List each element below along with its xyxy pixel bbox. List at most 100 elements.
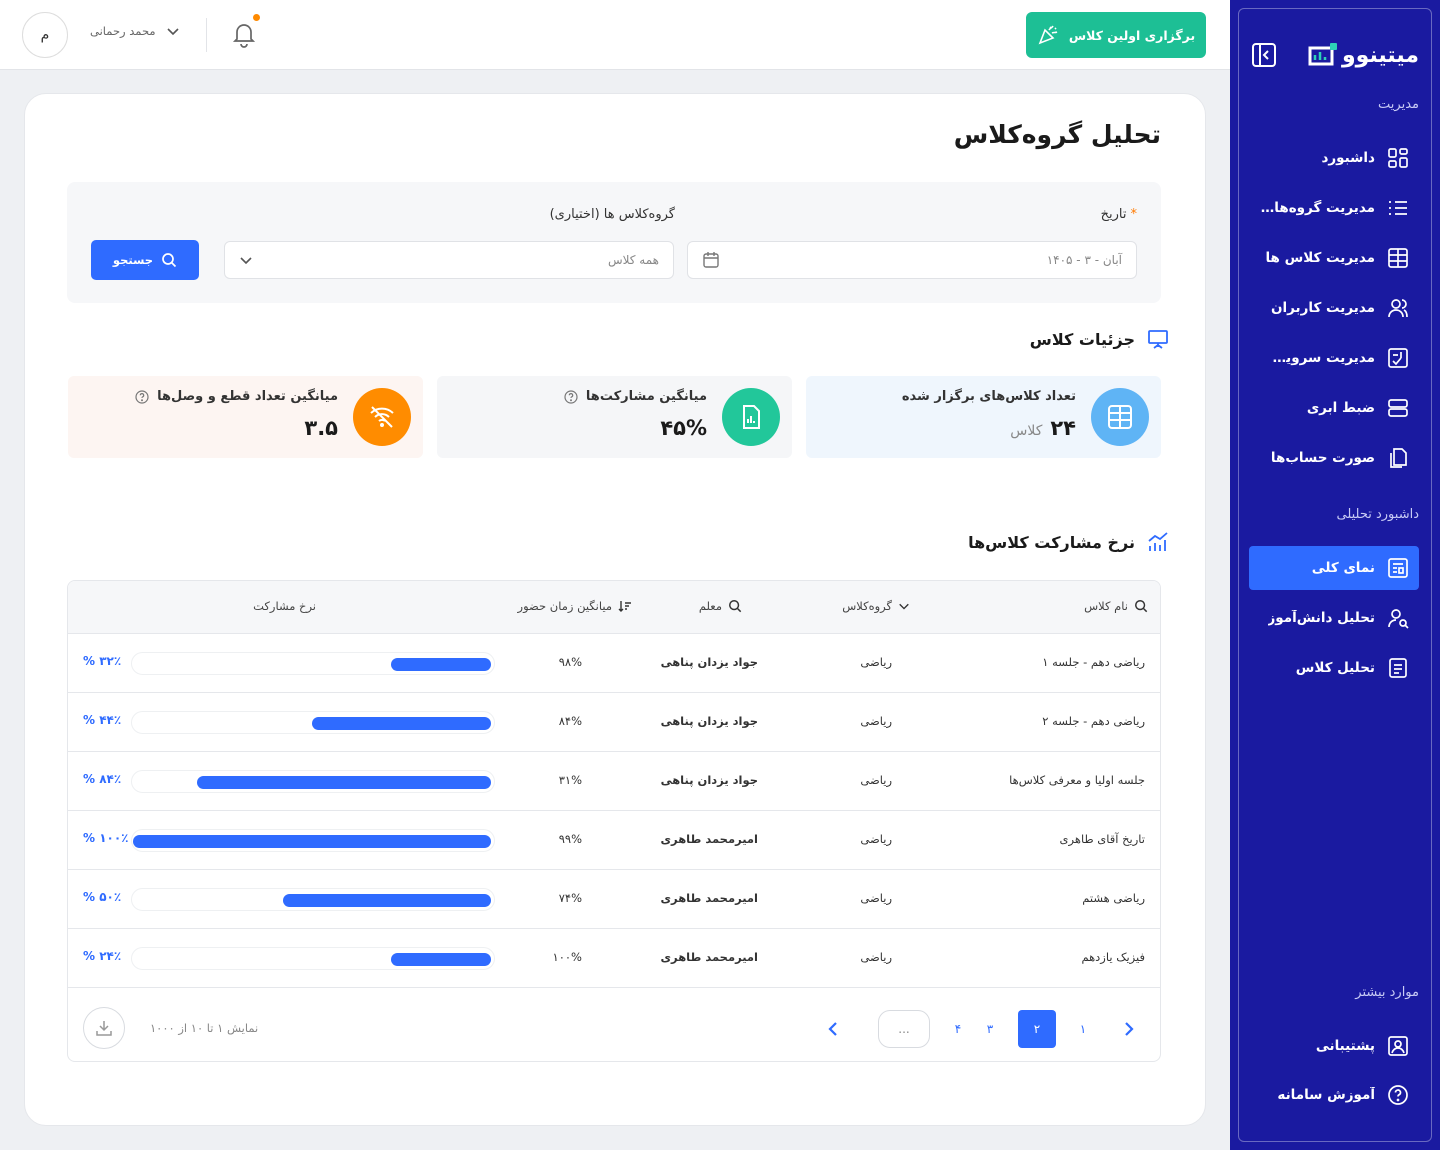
participation-bar-track: [131, 711, 495, 734]
cell-group: ریاضی: [860, 655, 892, 669]
first-class-button[interactable]: برگزاری اولین کلاس: [1026, 12, 1206, 58]
participation-bar-track: [131, 947, 495, 970]
cell-group: ریاضی: [860, 714, 892, 728]
table-header: نام کلاس گروه‌کلاس معلم میانگین زمان حضو…: [68, 581, 1160, 634]
sidebar-item-dashboard[interactable]: داشبورد: [1249, 136, 1419, 180]
cell-group: ریاضی: [860, 891, 892, 905]
brand-bar: میتینوو: [1251, 35, 1419, 75]
sort-icon: [618, 601, 631, 612]
column-header-name[interactable]: نام کلاس: [1084, 599, 1148, 613]
stat-card-participation: میانگین مشارکت‌ها ۴۵%: [437, 376, 792, 458]
page-button[interactable]: ۴: [939, 1010, 977, 1048]
search-button[interactable]: جستجو: [91, 240, 199, 280]
services-icon: [1388, 348, 1408, 368]
stat-value: ۴۵%: [660, 416, 707, 440]
help-icon[interactable]: [564, 389, 578, 404]
cell-avg-time: ۸۴%: [558, 714, 582, 728]
sidebar-item-cloud-recording[interactable]: ضبط ابری: [1249, 386, 1419, 430]
column-header-teacher[interactable]: معلم: [699, 599, 742, 613]
sidebar-item-label: مدیریت کلاس ها: [1265, 250, 1375, 266]
help-icon[interactable]: [135, 389, 149, 404]
participation-bar-fill: [312, 717, 491, 730]
filter-panel: *تاریخ گروه‌کلاس ها (اختیاری) آبان - ۳ -…: [67, 182, 1161, 303]
sidebar-item-invoices[interactable]: صورت حساب‌ها: [1249, 436, 1419, 480]
stat-value: ۲۴ کلاس: [1010, 416, 1076, 440]
stat-unit: کلاس: [1010, 423, 1043, 439]
search-label: جستجو: [112, 253, 154, 267]
sidebar: میتینوو مدیریت داشبورد مدیریت گروه‌های ک…: [1230, 0, 1440, 1150]
stat-icon-wrap: [353, 388, 411, 446]
sidebar-item-users[interactable]: مدیریت کاربران: [1249, 286, 1419, 330]
cell-rate: ۸۴٪ %: [83, 772, 122, 786]
page-ellipsis[interactable]: ...: [878, 1010, 930, 1048]
sidebar-item-class-analysis[interactable]: تحلیل کلاس: [1249, 646, 1419, 690]
stat-label: میانگین مشارکت‌ها: [564, 389, 707, 404]
sidebar-item-tutorial[interactable]: آموزش سامانه: [1249, 1073, 1419, 1117]
users-icon: [1388, 299, 1408, 318]
page-button[interactable]: ۱: [1064, 1010, 1102, 1048]
stat-card-disconnects: میانگین تعداد قطع و وصل‌ها ۳.۵: [68, 376, 423, 458]
participation-rate-title: نرخ مشارکت کلاس‌ها: [968, 532, 1135, 552]
main-card: تحلیل گروه‌کلاس *تاریخ گروه‌کلاس ها (اخت…: [24, 93, 1206, 1126]
sidebar-item-classes[interactable]: مدیریت کلاس ها: [1249, 236, 1419, 280]
stat-card-classes: تعداد کلاس‌های برگزار شده ۲۴ کلاس: [806, 376, 1161, 458]
logo-icon: [1308, 43, 1337, 66]
column-header-group[interactable]: گروه‌کلاس: [842, 599, 910, 613]
help-icon: [1388, 1085, 1408, 1105]
sidebar-item-label: مدیریت گروه‌های کلاس: [1255, 200, 1375, 216]
class-group-select[interactable]: همه کلاس: [224, 241, 674, 279]
page-button-active[interactable]: ۲: [1018, 1010, 1056, 1048]
collapse-sidebar-icon[interactable]: [1251, 42, 1277, 68]
sidebar-item-services[interactable]: مدیریت سرویس‌ها: [1249, 336, 1419, 380]
topbar: برگزاری اولین کلاس م محمد رحمانی: [0, 0, 1230, 70]
overview-icon: [1388, 558, 1408, 578]
date-label: *تاریخ: [1100, 207, 1137, 222]
topbar-divider: [206, 18, 207, 52]
cell-class-name: جلسه اولیا و معرفی کلاس‌ها: [1009, 773, 1145, 787]
documents-icon: [1390, 448, 1407, 468]
cell-teacher: امیرمحمد طاهری: [660, 832, 759, 846]
sidebar-item-student-analysis[interactable]: تحلیل دانش‌آموز: [1249, 596, 1419, 640]
table-row[interactable]: ریاضی دهم - جلسه ۱ ریاضی جواد یزدان پناهی ۹…: [68, 634, 1160, 693]
cell-avg-time: ۷۴%: [558, 891, 582, 905]
cell-class-name: فیزیک یازدهم: [1081, 950, 1145, 964]
sidebar-item-label: آموزش سامانه: [1277, 1087, 1375, 1103]
bell-icon[interactable]: [230, 20, 258, 48]
cell-avg-time: ۳۱%: [558, 773, 582, 787]
user-menu[interactable]: محمد رحمانی: [90, 24, 180, 38]
column-header-avg-time[interactable]: میانگین زمان حضور: [518, 599, 632, 613]
sidebar-item-overview[interactable]: نمای کلی: [1249, 546, 1419, 590]
sidebar-item-support[interactable]: پشتیبانی: [1249, 1024, 1419, 1068]
table-row[interactable]: ریاضی دهم - جلسه ۲ ریاضی جواد یزدان پناهی ۸…: [68, 693, 1160, 752]
sidebar-frame: میتینوو مدیریت داشبورد مدیریت گروه‌های ک…: [1238, 8, 1432, 1142]
cell-class-name: ریاضی هشتم: [1082, 891, 1145, 905]
sidebar-item-class-groups[interactable]: مدیریت گروه‌های کلاس: [1249, 186, 1419, 230]
server-icon: [1388, 399, 1408, 417]
chevron-left-icon[interactable]: [824, 1020, 842, 1038]
calendar-icon: [703, 252, 719, 268]
table-row[interactable]: جلسه اولیا و معرفی کلاس‌ها ریاضی جواد یزدا…: [68, 752, 1160, 811]
participation-bar-fill: [133, 835, 491, 848]
class-details-header: جزئیات کلاس: [1030, 328, 1169, 350]
cell-rate: ۴۴٪ %: [83, 713, 122, 727]
participation-bar-track: [131, 888, 495, 911]
search-icon: [162, 253, 177, 268]
cell-class-name: ریاضی دهم - جلسه ۲: [1042, 714, 1145, 728]
table-row[interactable]: فیزیک یازدهم ریاضی امیرمحمد طاهری ۱۰۰% ۲۴٪ %: [68, 929, 1160, 988]
chevron-down-icon: [899, 603, 909, 610]
sidebar-item-label: داشبورد: [1321, 150, 1375, 166]
sidebar-item-label: نمای کلی: [1311, 560, 1375, 576]
table-row[interactable]: تاریخ آقای طاهری ریاضی امیرمحمد طاهری ۹۹% ۱۰…: [68, 811, 1160, 870]
date-field[interactable]: آبان - ۳ - ۱۴۰۵: [687, 241, 1137, 279]
chevron-right-icon[interactable]: [1120, 1020, 1138, 1038]
download-button[interactable]: [83, 1007, 125, 1049]
user-search-icon: [1388, 609, 1409, 629]
avatar[interactable]: م: [22, 12, 68, 58]
participation-bar-track: [131, 829, 495, 852]
sidebar-item-label: ضبط ابری: [1306, 400, 1375, 416]
group-label: گروه‌کلاس ها (اختیاری): [549, 207, 675, 222]
participation-table: نام کلاس گروه‌کلاس معلم میانگین زمان حضو…: [67, 580, 1161, 1062]
cell-rate: ۲۴٪ %: [83, 949, 122, 963]
table-row[interactable]: ریاضی هشتم ریاضی امیرمحمد طاهری ۷۴% ۵۰٪ %: [68, 870, 1160, 929]
brand-logo: میتینوو: [1306, 40, 1419, 70]
